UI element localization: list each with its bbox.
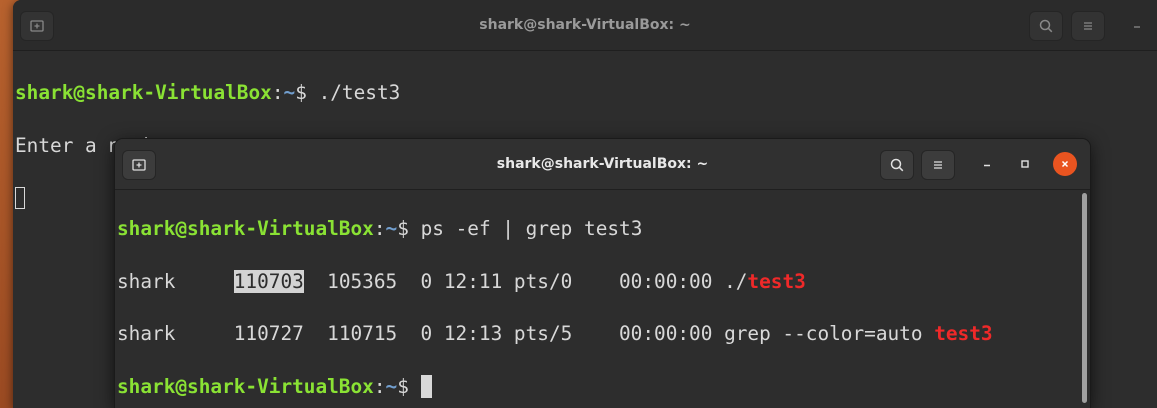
prompt-path: ~	[283, 81, 296, 105]
command-text: ./test3	[306, 81, 401, 105]
process-pid: 110727	[233, 322, 304, 346]
grep-match: test3	[934, 322, 993, 346]
front-terminal-titlebar[interactable]: shark@shark-VirtualBox: ~	[115, 139, 1090, 190]
back-minimize-button[interactable]	[1125, 13, 1149, 37]
grep-match: test3	[747, 269, 806, 293]
close-button[interactable]	[1053, 152, 1077, 176]
back-terminal-titlebar[interactable]: shark@shark-VirtualBox: ~	[13, 0, 1157, 51]
front-menu-button[interactable]	[921, 150, 955, 180]
process-row: shark 110727 110715 0 12:13 pts/5 00:00:…	[117, 321, 1090, 347]
front-prompt-line: shark@shark-VirtualBox:~$ ps -ef | grep …	[117, 216, 1090, 242]
command-text: ps -ef | grep test3	[408, 217, 643, 241]
front-search-button[interactable]	[880, 150, 914, 180]
scrollbar[interactable]	[1082, 193, 1087, 403]
front-terminal-window[interactable]: shark@shark-VirtualBox: ~ shark@shark-Vi…	[115, 139, 1090, 408]
process-user: shark	[117, 322, 176, 346]
prompt-symbol: $	[397, 375, 409, 399]
column-gap	[175, 322, 233, 345]
column-gap	[175, 270, 233, 293]
process-row: shark 110703 105365 0 12:11 pts/0 00:00:…	[117, 269, 1090, 295]
prompt-user-host: shark@shark-VirtualBox	[117, 217, 374, 241]
hamburger-menu-icon	[934, 161, 942, 169]
prompt-path: ~	[385, 217, 398, 241]
text-cursor	[420, 375, 432, 399]
hamburger-menu-icon	[1084, 22, 1092, 30]
minimize-icon	[984, 164, 990, 167]
back-prompt-line: shark@shark-VirtualBox:~$ ./test3	[15, 80, 1157, 106]
prompt-symbol: $	[295, 81, 307, 105]
minimize-icon	[1134, 26, 1140, 28]
process-details: 110715 0 12:13 pts/5 00:00:00 grep --col…	[303, 322, 935, 346]
process-details: 105365 0 12:11 pts/0 00:00:00 ./	[303, 269, 748, 293]
prompt-separator: :	[373, 375, 386, 399]
process-pid-selected: 110703	[233, 269, 304, 293]
prompt-user-host: shark@shark-VirtualBox	[117, 375, 374, 399]
maximize-icon	[1021, 160, 1029, 168]
close-icon	[1061, 160, 1069, 168]
maximize-button[interactable]	[1013, 152, 1037, 176]
front-terminal-output[interactable]: shark@shark-VirtualBox:~$ ps -ef | grep …	[115, 189, 1090, 408]
back-search-button[interactable]	[1029, 11, 1063, 41]
text-cursor	[15, 187, 25, 210]
search-icon	[1039, 19, 1053, 33]
prompt-path: ~	[385, 375, 398, 399]
prompt-symbol: $	[397, 217, 409, 241]
process-user: shark	[117, 269, 176, 293]
prompt-separator: :	[373, 217, 386, 241]
prompt-user-host: shark@shark-VirtualBox	[15, 81, 272, 105]
minimize-button[interactable]	[975, 152, 999, 176]
front-prompt-line-2: shark@shark-VirtualBox:~$	[117, 374, 1090, 400]
search-icon	[890, 158, 904, 172]
back-menu-button[interactable]	[1071, 11, 1105, 41]
prompt-separator: :	[271, 81, 284, 105]
back-window-title: shark@shark-VirtualBox: ~	[479, 17, 691, 33]
